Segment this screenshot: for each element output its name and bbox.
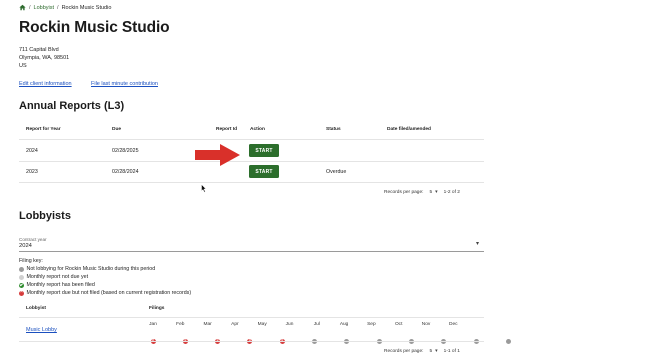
month-label: Nov [421, 322, 431, 327]
home-icon[interactable] [19, 4, 26, 11]
green-check-icon [19, 282, 24, 288]
gray-circle-icon [505, 339, 511, 344]
filing-key-item: Not lobbying for Rockin Music Studio dur… [19, 265, 191, 273]
table-divider [19, 341, 484, 342]
column-header-filings: Filings [149, 306, 165, 311]
filing-key: Filing key: Not lobbying for Rockin Musi… [19, 257, 191, 297]
breadcrumb-lobbyist-link[interactable]: Lobbyist [34, 5, 55, 11]
report-due-date: 02/28/2025 [112, 148, 139, 154]
report-due-date: 02/28/2024 [112, 169, 139, 175]
month-label: Sep [367, 322, 376, 327]
annual-reports-pagination: Records per page: 5 ▾ 1-2 of 2 [384, 189, 460, 195]
records-per-page-value: 5 [429, 348, 433, 354]
report-status: Overdue [326, 169, 347, 175]
chevron-down-icon: ▾ [435, 189, 438, 195]
breadcrumb-separator: / [57, 4, 59, 11]
lobbyists-pagination: Records per page: 5 ▾ 1-1 of 1 [384, 348, 460, 354]
gray-circle-icon [19, 266, 24, 272]
filing-key-text: Monthly report has been filed [26, 282, 95, 288]
column-header-action: Action [250, 127, 265, 132]
filing-key-item: Monthly report not due yet [19, 273, 191, 281]
records-per-page-select[interactable]: 5 ▾ [429, 189, 437, 195]
records-range: 1-2 of 2 [443, 189, 460, 195]
filing-key-text: Not lobbying for Rockin Music Studio dur… [26, 266, 156, 272]
table-divider [19, 139, 484, 140]
table-divider [19, 182, 484, 183]
records-range: 1-1 of 1 [443, 348, 460, 354]
red-arrow-icon [195, 144, 240, 166]
contract-year-value: 2024 [19, 243, 32, 249]
filing-key-title: Filing key: [19, 258, 43, 264]
red-x-icon [19, 289, 24, 296]
chevron-down-icon: ▾ [435, 348, 438, 354]
month-label: Dec [449, 322, 458, 327]
start-report-button[interactable]: START [249, 144, 279, 157]
records-per-page-value: 5 [429, 189, 433, 195]
month-label: Feb [176, 322, 185, 327]
mouse-cursor-icon [201, 184, 207, 193]
contract-year-label: Contract year [19, 237, 47, 242]
file-contribution-link[interactable]: File last minute contribution [91, 81, 158, 87]
report-year: 2023 [26, 169, 38, 175]
records-per-page-label: Records per page: [384, 189, 424, 195]
annual-reports-title: Annual Reports (L3) [19, 100, 125, 112]
filing-key-text: Monthly report due but not filed (based … [26, 290, 192, 296]
address-line-2: Olympia, WA, 98501 [19, 55, 70, 61]
edit-client-link[interactable]: Edit client information [19, 81, 72, 87]
lobbyist-name-link[interactable]: Music Lobby [26, 327, 57, 333]
light-gray-circle-icon [19, 274, 24, 280]
column-header-status: Status [326, 127, 341, 132]
month-label: Aug [339, 322, 349, 327]
filing-key-item: Monthly report due but not filed (based … [19, 289, 191, 297]
month-label: Jan [149, 322, 157, 327]
column-header-report-id: Report Id [216, 127, 238, 132]
filing-key-text: Monthly report not due yet [26, 274, 89, 280]
month-label: Jul [313, 322, 320, 327]
table-divider [19, 161, 484, 162]
client-address: 711 Capital Blvd Olympia, WA, 98501 US [19, 46, 69, 70]
month-label: Apr [231, 322, 239, 327]
column-header-due: Due [112, 127, 122, 132]
address-line-1: 711 Capital Blvd [19, 47, 59, 53]
page-title: Rockin Music Studio [19, 19, 170, 36]
contract-year-underline [19, 251, 484, 252]
column-header-year: Report for Year [26, 127, 61, 132]
chevron-down-icon: ▾ [476, 241, 480, 247]
lobbyists-title: Lobbyists [19, 210, 71, 222]
filing-key-item: Monthly report has been filed [19, 281, 191, 289]
month-label: Mar [203, 322, 212, 327]
month-label: May [257, 322, 267, 327]
breadcrumb-current: Rockin Music Studio [61, 4, 112, 11]
table-divider [19, 317, 484, 318]
address-line-3: US [19, 63, 27, 69]
records-per-page-select[interactable]: 5 ▾ [429, 348, 437, 354]
month-label: Jun [285, 322, 294, 327]
start-report-button[interactable]: START [249, 165, 279, 178]
report-year: 2024 [26, 148, 38, 154]
column-header-date-filed: Date filed/amended [387, 127, 431, 132]
breadcrumb: / Lobbyist / Rockin Music Studio [19, 4, 111, 11]
month-label: Oct [394, 322, 403, 327]
breadcrumb-separator: / [29, 4, 31, 11]
records-per-page-label: Records per page: [384, 348, 424, 354]
column-header-lobbyist: Lobbyist [26, 306, 46, 311]
